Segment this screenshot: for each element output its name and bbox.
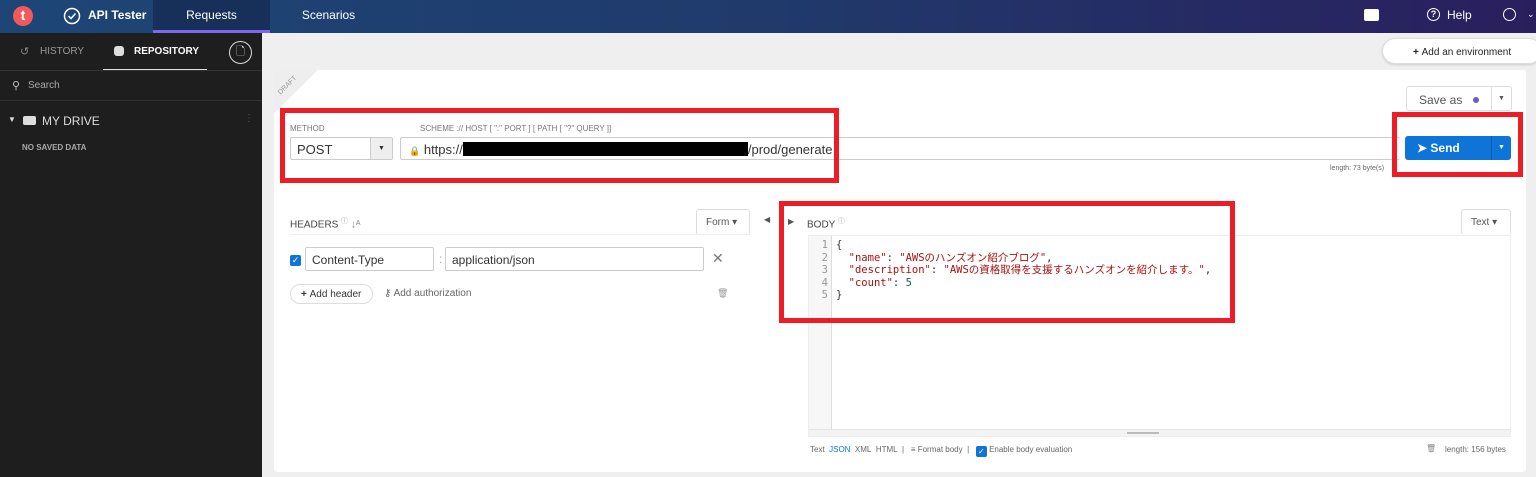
search-input[interactable]: Search	[28, 80, 60, 91]
format-html[interactable]: HTML	[876, 445, 898, 454]
top-bar: t API Tester Requests Scenarios ? Help ⌄	[0, 0, 1536, 33]
format-body-label: Format body	[917, 445, 963, 454]
highlight-send	[1392, 112, 1523, 177]
headers-title: HEADERS ⓘ ↓ᴬ	[290, 216, 360, 230]
add-authorization-link[interactable]: ⚷ Add authorization	[384, 288, 471, 299]
check-circle-icon	[63, 7, 81, 25]
sort-icon[interactable]: ↓ᴬ	[351, 219, 361, 230]
enable-eval-label: Enable body evaluation	[989, 445, 1073, 454]
my-drive[interactable]: MY DRIVE	[42, 114, 100, 128]
header-name-input[interactable]: Content-Type	[305, 247, 434, 271]
history-icon: ↺	[20, 46, 30, 58]
add-environment-label: Add an environment	[1421, 47, 1512, 58]
empty-message: NO SAVED DATA	[22, 143, 87, 152]
trash-icon[interactable]: 🗑	[717, 288, 728, 299]
help-link[interactable]: Help	[1447, 0, 1472, 33]
tab-scenarios[interactable]: Scenarios	[270, 0, 387, 33]
app-logo: t	[13, 6, 33, 26]
add-header-button[interactable]: + Add header	[290, 284, 373, 304]
search-icon: ⚲	[12, 80, 21, 92]
header-enabled-checkbox[interactable]: ✓	[290, 255, 301, 266]
enable-eval-checkbox[interactable]: ✓	[975, 446, 987, 457]
separator: :	[439, 252, 443, 266]
database-icon	[114, 46, 124, 56]
key-icon: ⚷	[384, 288, 394, 299]
format-xml[interactable]: XML	[855, 445, 871, 454]
chevron-down-icon[interactable]: ⌄	[1527, 9, 1535, 20]
add-environment-button[interactable]: + Add an environment	[1382, 38, 1536, 64]
body-mode-select[interactable]: Text ▾	[1461, 209, 1511, 235]
sidebar: ↺ HISTORY REPOSITORY 🗋 ⚲ Search ▼ MY DRI…	[0, 33, 262, 477]
plus-icon: +	[301, 289, 310, 300]
headers-mode-label: Form	[706, 217, 730, 228]
new-file-button[interactable]: 🗋	[229, 41, 252, 64]
tab-repository[interactable]: REPOSITORY	[134, 46, 199, 57]
user-icon[interactable]	[1503, 8, 1516, 21]
chat-icon[interactable]	[1364, 9, 1379, 21]
save-as-button[interactable]: Save as ▼	[1406, 86, 1512, 111]
format-json[interactable]: JSON	[829, 445, 850, 454]
highlight-body	[779, 201, 1235, 323]
resize-handle[interactable]	[809, 429, 1510, 436]
app-name: API Tester	[88, 8, 147, 22]
tab-history[interactable]: HISTORY	[40, 46, 84, 57]
highlight-url	[280, 108, 839, 183]
chevron-down-icon[interactable]: ▼	[1491, 87, 1511, 110]
add-header-label: Add header	[309, 289, 362, 300]
collapse-left-icon[interactable]: ◀	[764, 215, 770, 224]
header-value-input[interactable]: application/json	[445, 247, 704, 271]
plus-icon: +	[1413, 47, 1422, 58]
tab-requests[interactable]: Requests	[153, 0, 270, 33]
body-length: length: 156 bytes	[1445, 445, 1506, 454]
save-as-label: Save as	[1419, 93, 1463, 107]
body-mode-label: Text	[1471, 217, 1490, 228]
body-footer: Text JSON XML HTML | ≡ Format body | ✓ E…	[810, 445, 1073, 457]
align-icon: ≡	[910, 445, 916, 454]
add-authorization-label: Add authorization	[393, 288, 472, 299]
caret-down-icon[interactable]: ▼	[8, 115, 16, 124]
trash-icon[interactable]: 🗑	[1426, 444, 1436, 453]
remove-header-icon[interactable]: ✕	[712, 250, 724, 267]
unsaved-dot	[1473, 97, 1479, 103]
more-icon[interactable]: ⋮	[244, 113, 254, 124]
headers-mode-select[interactable]: Form ▾	[696, 209, 750, 235]
divider	[290, 234, 750, 235]
help-icon[interactable]: ?	[1427, 8, 1440, 21]
format-text[interactable]: Text	[810, 445, 825, 454]
format-body-button[interactable]: ≡ Format body	[911, 445, 963, 454]
divider	[0, 70, 262, 71]
url-length: length: 73 byte(s)	[1330, 165, 1385, 172]
info-icon: ⓘ	[341, 218, 349, 225]
divider	[0, 100, 262, 101]
drive-icon	[23, 116, 36, 125]
headers-label: HEADERS	[290, 219, 339, 231]
